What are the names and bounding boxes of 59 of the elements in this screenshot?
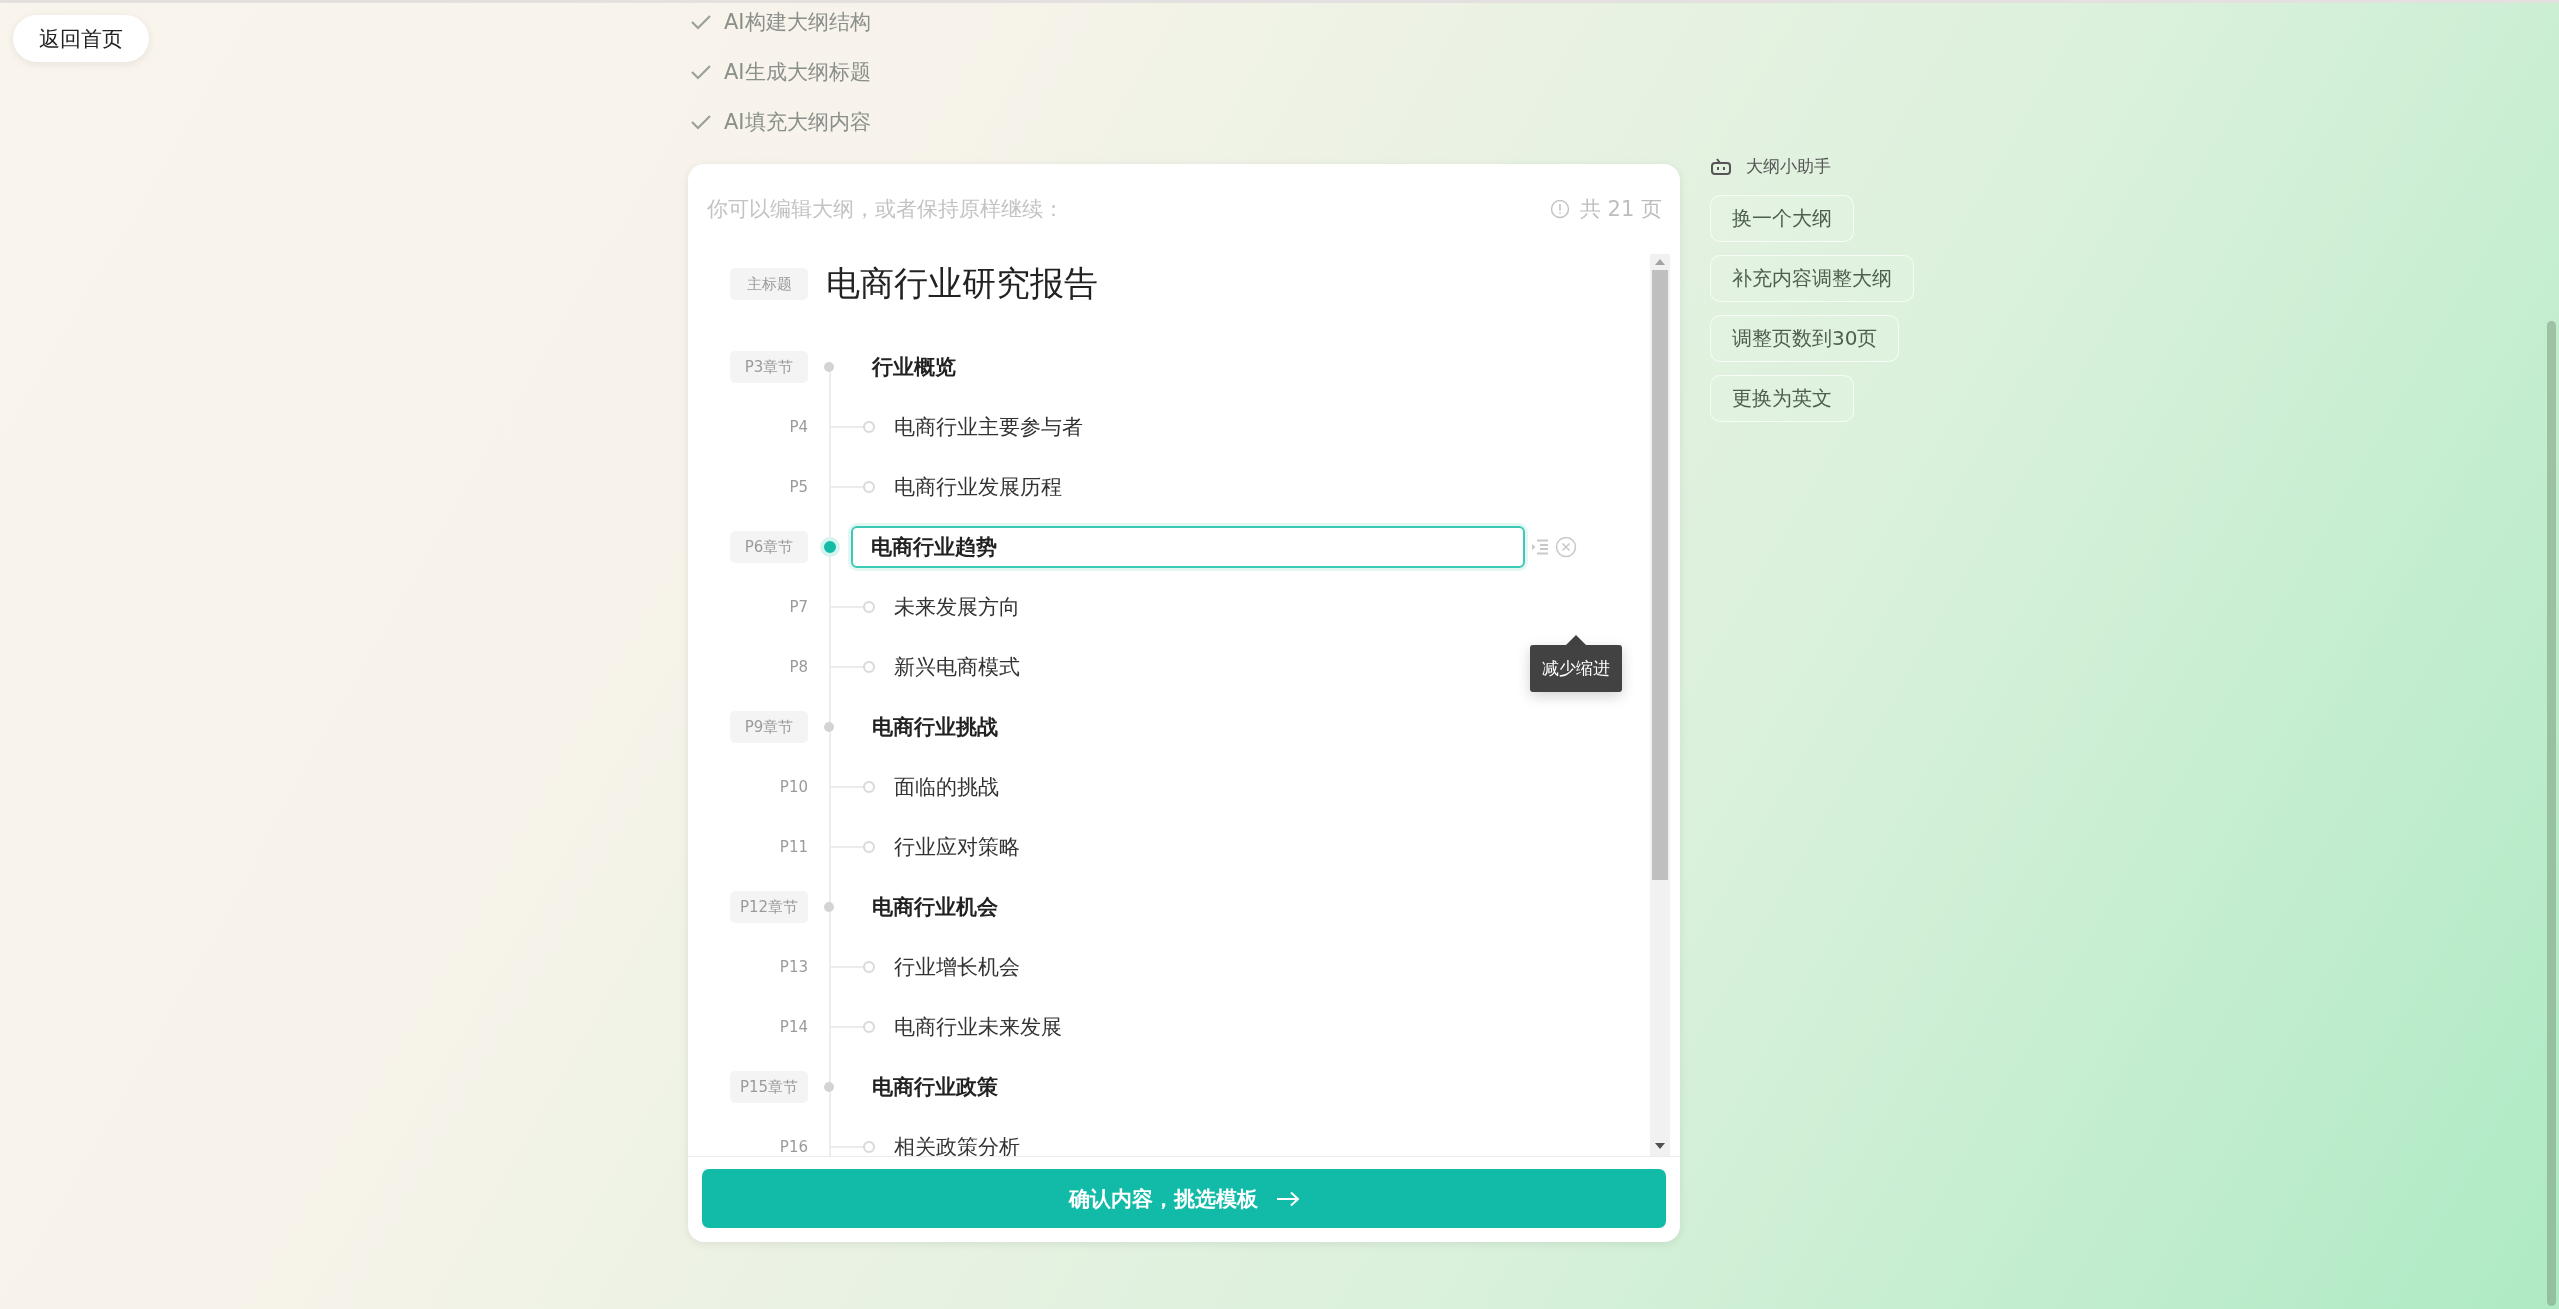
page-node-icon <box>863 781 875 793</box>
chapter-tag: P6章节 <box>730 531 808 563</box>
page-tag: P10 <box>730 778 808 796</box>
edit-hint: 你可以编辑大纲，或者保持原样继续： <box>707 196 1064 223</box>
page-title[interactable]: 面临的挑战 <box>894 773 999 801</box>
page-title[interactable]: 行业增长机会 <box>894 953 1020 981</box>
assistant-action-button[interactable]: 更换为英文 <box>1710 375 1854 422</box>
assistant-action-button[interactable]: 调整页数到30页 <box>1710 315 1900 362</box>
page-scrollbar[interactable] <box>2547 321 2556 1306</box>
page-count: 共 21 页 <box>1579 196 1662 223</box>
assistant-title: 大纲小助手 <box>1746 155 1831 178</box>
page-node-icon <box>863 1141 875 1153</box>
step-label: AI构建大纲结构 <box>724 9 871 36</box>
title-tag: 主标题 <box>730 268 808 300</box>
page-title[interactable]: 电商行业未来发展 <box>894 1013 1062 1041</box>
chapter-title[interactable]: 电商行业政策 <box>872 1073 998 1101</box>
chapter-title[interactable]: 电商行业挑战 <box>872 713 998 741</box>
info-icon <box>1549 199 1570 219</box>
chapter-title-input[interactable]: 电商行业趋势 <box>851 526 1525 568</box>
chapter-tag: P15章节 <box>730 1071 808 1103</box>
outdent-icon[interactable] <box>1531 539 1549 555</box>
assistant-action-button[interactable]: 换一个大纲 <box>1710 195 1854 242</box>
page-title[interactable]: 电商行业主要参与者 <box>894 413 1083 441</box>
page-title[interactable]: 电商行业发展历程 <box>894 473 1062 501</box>
page-node-icon <box>863 961 875 973</box>
page-node-icon <box>863 481 875 493</box>
scrollbar[interactable] <box>1650 254 1670 1156</box>
tooltip: 减少缩进 <box>1530 635 1622 692</box>
page-node-icon <box>863 601 875 613</box>
page-tag: P16 <box>730 1138 808 1156</box>
step-label: AI生成大纲标题 <box>724 59 871 86</box>
page-title[interactable]: 新兴电商模式 <box>894 653 1020 681</box>
page-tag: P5 <box>730 478 808 496</box>
page-tag: P11 <box>730 838 808 856</box>
chapter-tag: P12章节 <box>730 891 808 923</box>
chapter-title[interactable]: 行业概览 <box>872 353 956 381</box>
close-icon[interactable] <box>1555 536 1577 558</box>
page-tag: P4 <box>730 418 808 436</box>
back-home-button[interactable]: 返回首页 <box>13 15 149 62</box>
arrow-right-icon <box>1275 1190 1300 1207</box>
step-label: AI填充大纲内容 <box>724 109 871 136</box>
page-tag: P7 <box>730 598 808 616</box>
chapter-title[interactable]: 电商行业机会 <box>872 893 998 921</box>
page-title[interactable]: 未来发展方向 <box>894 593 1020 621</box>
page-tag: P8 <box>730 658 808 676</box>
page-title[interactable]: 行业应对策略 <box>894 833 1020 861</box>
page-node-icon <box>863 661 875 673</box>
page-node-icon <box>863 421 875 433</box>
page-node-icon <box>863 1021 875 1033</box>
scroll-down-icon[interactable] <box>1654 1142 1666 1150</box>
chapter-tag: P9章节 <box>730 711 808 743</box>
assistant-action-button[interactable]: 补充内容调整大纲 <box>1710 255 1914 302</box>
page-tag: P13 <box>730 958 808 976</box>
chapter-tag: P3章节 <box>730 351 808 383</box>
page-node-icon <box>863 841 875 853</box>
outline-title: 电商行业研究报告 <box>826 262 1098 305</box>
page-tag: P14 <box>730 1018 808 1036</box>
robot-icon <box>1710 157 1732 176</box>
scroll-up-icon[interactable] <box>1654 258 1666 266</box>
